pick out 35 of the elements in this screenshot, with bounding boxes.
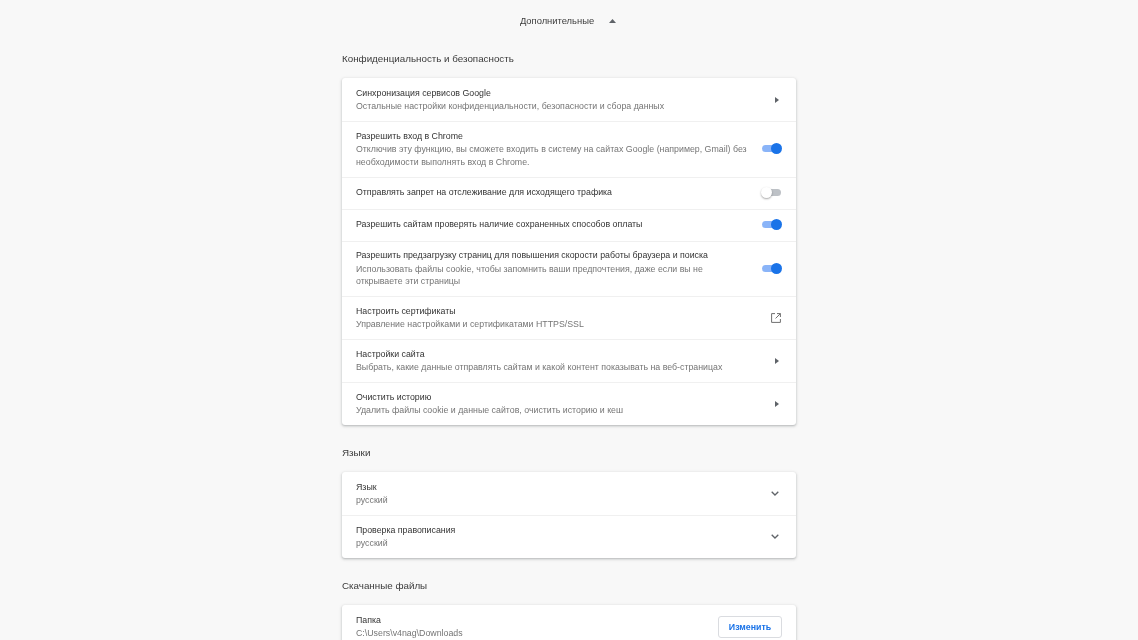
- chevron-down-icon[interactable]: [771, 534, 779, 539]
- setting-title: Синхронизация сервисов Google: [356, 86, 491, 99]
- change-button[interactable]: Изменить: [718, 615, 782, 638]
- setting-title: Разрешить сайтам проверять наличие сохраненных способов оплаты: [356, 218, 643, 231]
- chevron-down-icon[interactable]: [771, 491, 779, 496]
- setting-title: Папка: [356, 613, 381, 626]
- setting-title: Проверка правописания: [356, 523, 456, 536]
- setting-description: Управление настройками и сертификатами HTTPS/SSL: [356, 318, 584, 331]
- setting-description: Использовать файлы cookie, чтобы запомнить ваши предпочтения, даже если вы не открываете эти страницы: [356, 262, 704, 288]
- setting-description: Выбрать, какие данные отправлять сайтам и какой контент показывать на веб-страницах: [356, 361, 723, 374]
- caret-right-icon[interactable]: [775, 357, 779, 364]
- advanced-toggle-button[interactable]: Дополнительные: [515, 12, 621, 29]
- setting-description: Отключив эту функцию, вы сможете входить в систему на сайтах Google (например, Gmail) без необходимости выполнять вход в Chrome.: [356, 143, 747, 168]
- toggle-switch[interactable]: [761, 262, 782, 274]
- toggle-switch[interactable]: [761, 187, 782, 198]
- setting-description: русский: [356, 537, 388, 550]
- setting-title: Настройки сайта: [356, 347, 425, 360]
- setting-title: Отправлять запрет на отслеживание для исходящего трафика: [356, 186, 612, 199]
- section-title: Скачанные файлы: [342, 580, 428, 591]
- toggle-switch[interactable]: [761, 219, 782, 230]
- setting-description: Удалить файлы cookie и данные сайтов, очистить историю и кеш: [356, 404, 624, 417]
- caret-right-icon[interactable]: [775, 96, 779, 103]
- setting-title: Настроить сертификаты: [356, 304, 456, 317]
- setting-title: Разрешить вход в Chrome: [356, 129, 463, 142]
- setting-description: русский: [356, 494, 388, 507]
- external-link-icon[interactable]: [771, 312, 781, 323]
- caret-right-icon[interactable]: [775, 400, 779, 407]
- setting-description: C:\Users\v4nag\Downloads: [356, 627, 463, 640]
- setting-description: Остальные настройки конфиденциальности, безопасности и сбора данных: [356, 100, 665, 113]
- toggle-switch[interactable]: [761, 143, 782, 155]
- setting-title: Очистить историю: [356, 390, 432, 403]
- setting-title: Разрешить предзагрузку страниц для повышения скорости работы браузера и поиска: [356, 249, 708, 262]
- section-title: Конфиденциальность и безопасность: [342, 53, 514, 64]
- setting-title: Язык: [356, 480, 377, 493]
- section-title: Языки: [342, 447, 371, 458]
